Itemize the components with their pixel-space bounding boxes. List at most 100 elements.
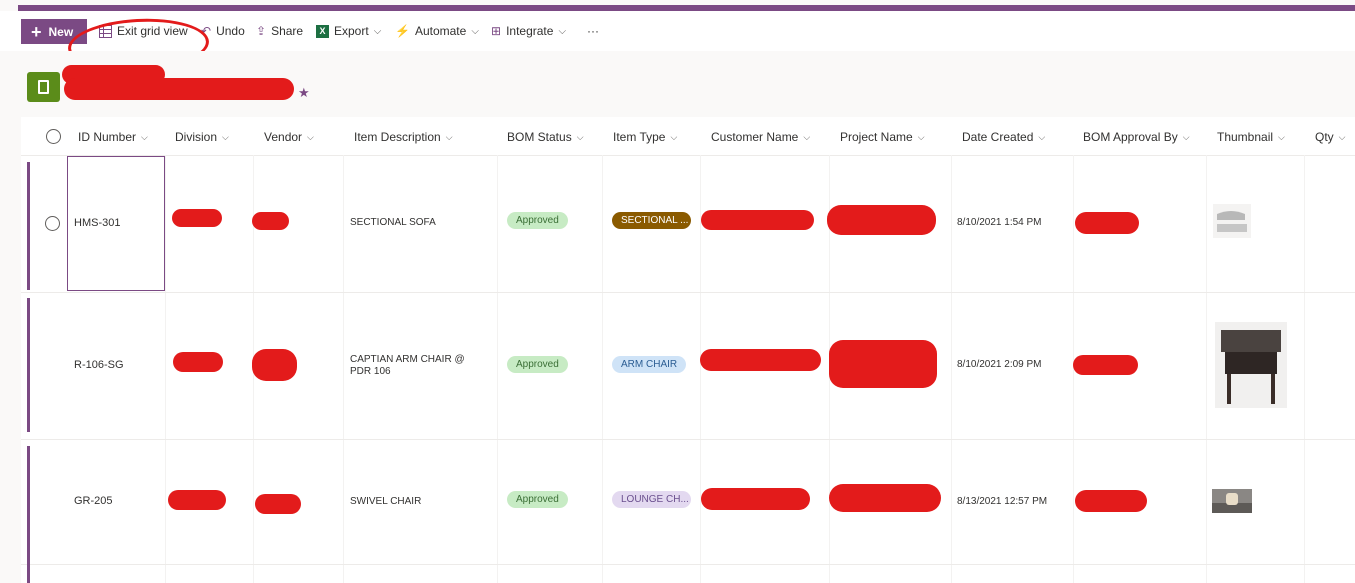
automate-icon: ⚡	[395, 24, 410, 38]
chevron-down-icon: ⌵	[373, 25, 382, 37]
column-header-item-description[interactable]: Item Description ⌵	[354, 130, 453, 144]
chevron-down-icon: ⌵	[307, 131, 314, 142]
redaction-mark	[172, 209, 222, 227]
item-type-badge[interactable]: LOUNGE CH...	[612, 491, 691, 508]
column-header-bom-approval-by[interactable]: BOM Approval By ⌵	[1083, 130, 1190, 144]
column-header-vendor[interactable]: Vendor ⌵	[264, 130, 314, 144]
column-header-bom-status[interactable]: BOM Status ⌵	[507, 130, 584, 144]
column-header-division[interactable]: Division ⌵	[175, 130, 229, 144]
thumbnail-image[interactable]	[1215, 322, 1287, 408]
excel-icon: X	[316, 24, 329, 38]
share-icon: ⇪	[256, 24, 267, 38]
id-number-cell[interactable]: HMS-301	[74, 217, 120, 229]
column-header-thumbnail[interactable]: Thumbnail ⌵	[1217, 130, 1285, 144]
thumbnail-image[interactable]	[1212, 489, 1252, 513]
export-label: Export	[334, 24, 369, 38]
date-created-cell[interactable]: 8/13/2021 12:57 PM	[957, 496, 1047, 507]
export-button[interactable]: X Export ⌵	[316, 24, 381, 38]
share-button[interactable]: ⇪ Share	[256, 24, 303, 38]
thumbnail-image[interactable]	[1213, 204, 1251, 238]
column-header-project-name[interactable]: Project Name ⌵	[840, 130, 925, 144]
chevron-down-icon: ⌵	[1038, 131, 1046, 142]
redaction-mark	[64, 78, 294, 100]
chevron-down-icon: ⌵	[1278, 131, 1285, 142]
chevron-down-icon: ⌵	[445, 131, 453, 142]
command-bar: + New Exit grid view ↶ Undo ⇪ Share X Export…	[0, 11, 1355, 75]
more-button[interactable]: ···	[587, 24, 599, 38]
column-header-qty[interactable]: Qty ⌵	[1315, 130, 1346, 144]
integrate-button[interactable]: ⊞ Integrate ⌵	[491, 24, 566, 38]
redaction-mark	[168, 490, 226, 510]
item-description-cell[interactable]: CAPTIAN ARM CHAIR @ PDR 106	[350, 354, 488, 378]
redaction-mark	[829, 484, 941, 512]
column-header-customer-name[interactable]: Customer Name ⌵	[711, 130, 810, 144]
column-header-date-created[interactable]: Date Created ⌵	[962, 130, 1045, 144]
item-description-cell[interactable]: SECTIONAL SOFA	[350, 217, 436, 228]
more-icon: ···	[587, 24, 599, 38]
list-grid: ID Number ⌵ Division ⌵ Vendor ⌵ Item Descri…	[21, 117, 1355, 583]
integrate-icon: ⊞	[491, 24, 502, 38]
column-label: Thumbnail	[1217, 130, 1274, 144]
column-label: BOM Status	[507, 130, 572, 144]
redaction-mark	[173, 352, 223, 372]
chevron-down-icon: ⌵	[576, 131, 584, 142]
select-all-checkbox[interactable]	[46, 129, 61, 144]
column-header-item-type[interactable]: Item Type ⌵	[613, 130, 677, 144]
item-type-badge[interactable]: SECTIONAL ...	[612, 212, 691, 229]
table-row[interactable]	[21, 564, 1355, 583]
new-button-label: New	[48, 24, 74, 39]
column-label: Customer Name	[711, 130, 799, 144]
column-label: ID Number	[78, 130, 137, 144]
chevron-down-icon: ⌵	[471, 25, 479, 37]
integrate-label: Integrate	[506, 24, 554, 38]
row-select-checkbox[interactable]	[45, 216, 60, 231]
row-indicator	[27, 298, 30, 432]
status-badge[interactable]: Approved	[507, 212, 568, 229]
redaction-mark	[827, 205, 936, 235]
date-created-cell[interactable]: 8/10/2021 1:54 PM	[957, 217, 1042, 228]
chevron-down-icon: ⌵	[222, 131, 229, 142]
redaction-mark	[829, 340, 937, 388]
column-label: BOM Approval By	[1083, 130, 1178, 144]
row-indicator	[27, 162, 30, 290]
suite-header	[0, 0, 1355, 11]
status-badge[interactable]: Approved	[507, 491, 568, 508]
id-number-cell[interactable]: GR-205	[74, 495, 113, 507]
redaction-mark	[252, 212, 289, 230]
redaction-mark	[255, 494, 301, 514]
item-type-badge[interactable]: ARM CHAIR	[612, 356, 687, 373]
list-icon	[27, 72, 60, 102]
grid-header: ID Number ⌵ Division ⌵ Vendor ⌵ Item Descri…	[21, 117, 1355, 156]
status-badge[interactable]: Approved	[507, 356, 568, 373]
table-row[interactable]: HMS-301 SECTIONAL SOFA Approved SECTIONA…	[21, 155, 1355, 293]
redaction-mark	[701, 488, 810, 510]
column-header-id-number[interactable]: ID Number ⌵	[78, 130, 148, 144]
row-indicator	[27, 571, 30, 583]
column-label: Item Type	[613, 130, 666, 144]
redaction-mark	[1075, 490, 1147, 512]
date-created-cell[interactable]: 8/10/2021 2:09 PM	[957, 359, 1042, 370]
column-label: Date Created	[962, 130, 1034, 144]
chevron-down-icon: ⌵	[803, 131, 811, 142]
redaction-mark	[701, 210, 814, 230]
redaction-mark	[252, 349, 297, 381]
share-label: Share	[271, 24, 304, 38]
automate-label: Automate	[414, 24, 467, 38]
column-label: Project Name	[840, 130, 913, 144]
table-row[interactable]: R-106-SG CAPTIAN ARM CHAIR @ PDR 106 App…	[21, 292, 1355, 440]
chevron-down-icon: ⌵	[917, 131, 925, 142]
favorite-star-icon[interactable]: ★	[298, 85, 310, 101]
undo-label: Undo	[216, 24, 245, 38]
automate-button[interactable]: ⚡ Automate ⌵	[395, 24, 479, 38]
table-row[interactable]: GR-205 SWIVEL CHAIR Approved LOUNGE CH..…	[21, 439, 1355, 576]
chevron-down-icon: ⌵	[558, 25, 567, 37]
column-label: Qty	[1315, 130, 1334, 144]
item-description-cell[interactable]: SWIVEL CHAIR	[350, 496, 421, 507]
chevron-down-icon: ⌵	[670, 131, 678, 142]
chevron-down-icon: ⌵	[141, 131, 148, 142]
redaction-mark	[700, 349, 821, 371]
column-label: Division	[175, 130, 218, 144]
id-number-cell[interactable]: R-106-SG	[74, 359, 124, 371]
redaction-mark	[1073, 355, 1138, 375]
column-label: Vendor	[264, 130, 303, 144]
